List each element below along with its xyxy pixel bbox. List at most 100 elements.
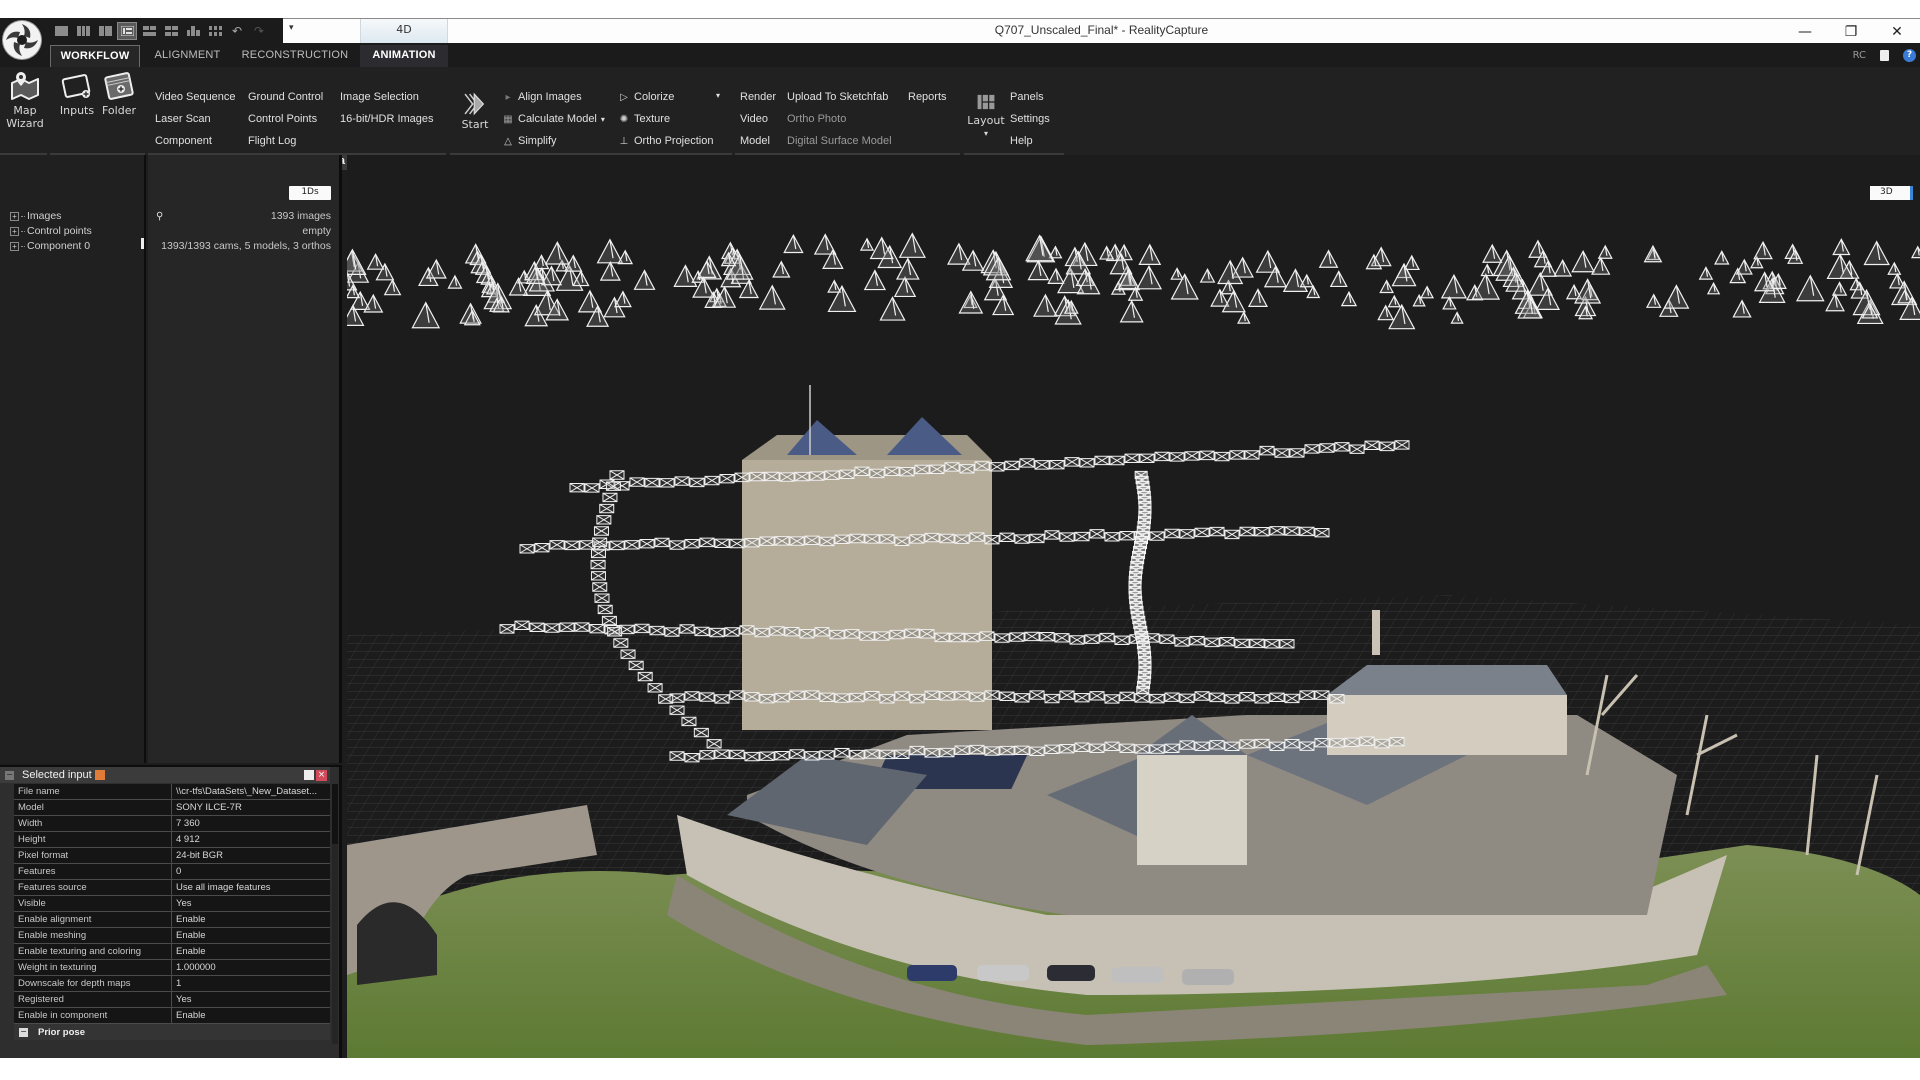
hdr-images-button[interactable]: 16-bit/HDR Images: [340, 113, 434, 125]
property-value[interactable]: Yes: [172, 896, 330, 911]
app-logo-icon[interactable]: [2, 20, 42, 60]
property-value[interactable]: Enable: [172, 912, 330, 927]
property-value[interactable]: Enable: [172, 928, 330, 943]
document-icon[interactable]: [1880, 49, 1889, 61]
tab-reconstruction[interactable]: RECONSTRUCTION: [240, 45, 350, 67]
close-button[interactable]: ✕: [1874, 19, 1920, 44]
laser-scan-button[interactable]: Laser Scan: [155, 113, 211, 125]
property-row[interactable]: Enable meshing Enable: [14, 928, 330, 944]
image-selection-button[interactable]: Image Selection: [340, 91, 419, 103]
property-value[interactable]: 4 912: [172, 832, 330, 847]
tab-alignment[interactable]: ALIGNMENT: [145, 45, 230, 67]
align-images-button[interactable]: ▸ Align Images: [502, 91, 581, 103]
property-row[interactable]: Height 4 912: [14, 832, 330, 848]
property-value[interactable]: Use all image features: [172, 880, 330, 895]
property-row[interactable]: Width 7 360: [14, 816, 330, 832]
property-row[interactable]: Weight in texturing 1.000000: [14, 960, 330, 976]
layout-1-3-views-button[interactable]: [184, 23, 202, 39]
expand-icon[interactable]: +: [10, 226, 19, 236]
tab-animation[interactable]: ANIMATION: [360, 45, 448, 67]
tree-item-control-points[interactable]: + Control points: [10, 225, 92, 237]
scrollbar-thumb[interactable]: [332, 784, 338, 844]
expand-icon[interactable]: +: [10, 211, 19, 221]
property-value[interactable]: 24-bit BGR: [172, 848, 330, 863]
help-button[interactable]: Help: [1010, 135, 1033, 147]
property-value[interactable]: 7 360: [172, 816, 330, 831]
property-value[interactable]: SONY ILCE-7R: [172, 800, 330, 815]
layout-button[interactable]: Layout ▾: [964, 91, 1008, 140]
property-value[interactable]: Enable: [172, 944, 330, 959]
colorize-button[interactable]: ▷ Colorize: [618, 91, 674, 103]
properties-scrollbar[interactable]: [332, 784, 338, 1044]
help-icon[interactable]: ?: [1903, 48, 1916, 62]
layout-1-1-panel-button[interactable]: [117, 21, 137, 40]
property-row[interactable]: Downscale for depth maps 1: [14, 976, 330, 992]
restore-button[interactable]: ❐: [1828, 19, 1874, 44]
layout-6-views-button[interactable]: [206, 23, 224, 39]
upload-sketchfab-button[interactable]: Upload To Sketchfab: [787, 91, 888, 103]
ortho-photo-button[interactable]: Ortho Photo: [787, 113, 846, 125]
control-points-button[interactable]: Control Points: [248, 113, 317, 125]
property-row[interactable]: Enable texturing and coloring Enable: [14, 944, 330, 960]
panels-button[interactable]: Panels: [1010, 91, 1044, 103]
close-panel-icon[interactable]: ×: [316, 770, 327, 781]
tree-item-component-0[interactable]: + Component 0: [10, 240, 90, 252]
undo-icon[interactable]: ↶: [228, 23, 246, 39]
flight-log-button[interactable]: Flight Log: [248, 135, 296, 147]
property-row[interactable]: Enable in component Enable: [14, 1008, 330, 1024]
property-value[interactable]: Enable: [172, 1008, 330, 1023]
property-row[interactable]: Pixel format 24-bit BGR: [14, 848, 330, 864]
ground-control-button[interactable]: Ground Control: [248, 91, 323, 103]
model-export-button[interactable]: Model: [740, 135, 770, 147]
video-button[interactable]: Video: [740, 113, 768, 125]
map-wizard-button[interactable]: Map Wizard: [4, 69, 46, 130]
property-value[interactable]: Yes: [172, 992, 330, 1007]
tree-item-images[interactable]: + Images: [10, 210, 61, 222]
layout-2-views-button[interactable]: [74, 23, 92, 39]
property-value[interactable]: \\cr-tfs\DataSets\_New_Dataset...: [172, 784, 330, 799]
property-row[interactable]: Visible Yes: [14, 896, 330, 912]
simplify-button[interactable]: △ Simplify: [502, 135, 556, 147]
video-sequence-button[interactable]: Video Sequence: [155, 91, 236, 103]
redo-icon[interactable]: ↷: [250, 23, 268, 39]
view-selector-1ds[interactable]: 1Ds: [289, 186, 331, 200]
layout-1-view-button[interactable]: [52, 23, 70, 39]
prior-pose-section[interactable]: − Prior pose: [14, 1024, 330, 1040]
layout-2-1-views-button[interactable]: [96, 23, 114, 39]
property-row[interactable]: File name \\cr-tfs\DataSets\_New_Dataset.…: [14, 784, 330, 800]
layout-dropdown-icon[interactable]: ▾: [984, 127, 988, 140]
colorize-dropdown-icon[interactable]: ▾: [716, 91, 720, 100]
minimize-button[interactable]: —: [1782, 19, 1828, 44]
property-value[interactable]: 1.000000: [172, 960, 330, 975]
ortho-projection-button[interactable]: ⊥ Ortho Projection: [618, 135, 714, 147]
maximize-panel-icon[interactable]: [304, 770, 314, 780]
texture-button[interactable]: ✺ Texture: [618, 113, 670, 125]
property-row[interactable]: Features 0: [14, 864, 330, 880]
property-row[interactable]: Features source Use all image features: [14, 880, 330, 896]
view-selector-3d[interactable]: 3D: [1870, 186, 1913, 200]
folder-button[interactable]: Folder: [100, 69, 138, 117]
pin-panel-icon[interactable]: [94, 770, 105, 780]
component-button[interactable]: Component: [155, 135, 212, 147]
reports-button[interactable]: Reports: [908, 91, 947, 103]
inputs-button[interactable]: Inputs: [58, 69, 96, 117]
expand-icon[interactable]: +: [10, 241, 19, 251]
tab-workflow[interactable]: WORKFLOW: [50, 45, 140, 67]
property-row[interactable]: Enable alignment Enable: [14, 912, 330, 928]
property-row[interactable]: Registered Yes: [14, 992, 330, 1008]
calculate-model-button[interactable]: ▦ Calculate Model ▾: [502, 113, 605, 125]
3d-viewport[interactable]: 3D: [347, 155, 1920, 1058]
calculate-model-dropdown-icon[interactable]: ▾: [601, 115, 605, 124]
layout-3-views-button[interactable]: [140, 23, 158, 39]
digital-surface-model-button[interactable]: Digital Surface Model: [787, 135, 892, 147]
collapse-icon[interactable]: −: [5, 770, 14, 780]
settings-button[interactable]: Settings: [1010, 113, 1050, 125]
property-value[interactable]: 1: [172, 976, 330, 991]
rc-label[interactable]: RC: [1853, 50, 1866, 61]
collapse-icon[interactable]: −: [19, 1027, 28, 1037]
property-row[interactable]: Model SONY ILCE-7R: [14, 800, 330, 816]
property-value[interactable]: 0: [172, 864, 330, 879]
layout-4-views-button[interactable]: [162, 23, 180, 39]
panel-splitter-handle[interactable]: [141, 238, 144, 249]
render-button[interactable]: Render: [740, 91, 776, 103]
